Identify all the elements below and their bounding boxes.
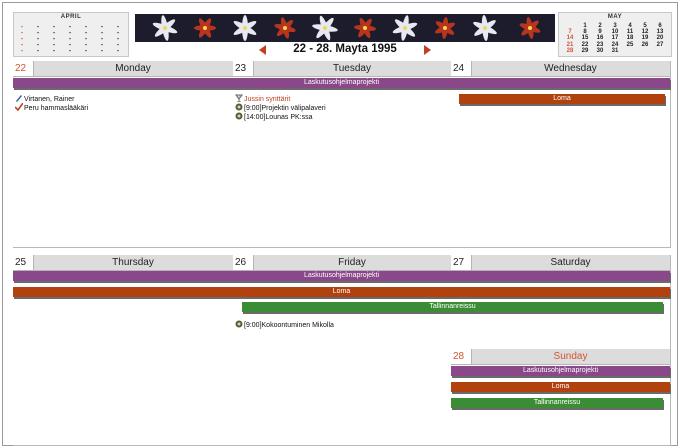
alarm-clock-icon <box>235 320 243 328</box>
day-cell-wednesday[interactable]: 24 Wednesday Loma <box>451 61 671 248</box>
trip-bar[interactable]: Tallinnanreissu <box>242 302 663 312</box>
event-label: [9:00]Kokoontuminen Mikolla <box>244 322 334 329</box>
alarm-clock-icon <box>235 103 243 111</box>
day-header: 26 Friday <box>233 255 451 271</box>
day-name: Wednesday <box>544 63 597 74</box>
mini-calendar-day[interactable]: 31 <box>610 48 620 55</box>
day-header: 27 Saturday <box>451 255 670 271</box>
day-number: 22 <box>13 61 34 76</box>
day-header: 28 Sunday <box>451 349 670 365</box>
mini-calendar-grid: 1 2 3 4 5 6 7 8 9 10 11 12 13 14 15 16 17 18 19 20 21 22 23 24 2… <box>563 23 667 54</box>
mini-calendar-may[interactable]: MAY 1 2 3 4 5 6 7 8 9 10 11 12 13 14 15 16 17 18 19 20 21 22 2… <box>558 12 672 57</box>
mini-calendar-column: ▪▪▪▪▪ <box>115 23 121 53</box>
day-name: Tuesday <box>333 63 371 74</box>
event-item[interactable]: [9:00]Kokoontuminen Mikolla <box>235 320 334 330</box>
event-label: Virtanen, Rainer <box>24 96 75 103</box>
day-number: 24 <box>451 61 472 76</box>
day-name: Monday <box>115 63 151 74</box>
event-label: Jussin synttärit <box>244 96 291 103</box>
mini-calendar-day[interactable]: 30 <box>595 48 605 55</box>
day-number: 26 <box>233 255 254 270</box>
trip-bar[interactable]: Tallinnanreissu <box>451 398 663 408</box>
day-header: 23 Tuesday <box>233 61 451 77</box>
week-navigator: 22 - 28. Mayta 1995 <box>255 43 435 59</box>
party-glass-icon <box>235 94 243 103</box>
day-cell-thursday[interactable]: 25 Thursday <box>13 255 234 446</box>
vacation-bar[interactable]: Loma <box>451 382 670 392</box>
event-item[interactable]: Peru hammaslääkäri <box>14 102 89 113</box>
project-bar[interactable]: Laskutusohjelmaprojekti <box>13 271 670 281</box>
pen-icon <box>15 94 23 102</box>
day-name: Friday <box>338 257 366 268</box>
mini-calendar-title: APRIL <box>60 14 82 20</box>
day-header: 24 Wednesday <box>451 61 670 77</box>
week-title: 22 - 28. Mayta 1995 <box>293 43 397 55</box>
previous-week-button[interactable] <box>259 45 266 55</box>
checkmark-icon <box>14 102 24 112</box>
mini-calendar-day[interactable]: 29 <box>580 48 590 55</box>
alarm-clock-icon <box>235 112 243 120</box>
calendar-window: APRIL ▪▪▪▪▪ ▪▪▪▪▪ ▪▪▪▪▪ ▪▪▪▪▪ ▪▪▪▪▪ ▪▪▪▪… <box>2 2 678 446</box>
mini-calendar-grid: ▪▪▪▪▪ ▪▪▪▪▪ ▪▪▪▪▪ ▪▪▪▪▪ ▪▪▪▪▪ ▪▪▪▪▪ ▪▪▪▪… <box>18 23 124 54</box>
mini-calendar-column: ▪▪▪▪▪ <box>83 23 89 53</box>
day-name: Saturday <box>550 257 591 268</box>
mini-calendar-april[interactable]: APRIL ▪▪▪▪▪ ▪▪▪▪▪ ▪▪▪▪▪ ▪▪▪▪▪ ▪▪▪▪▪ ▪▪▪▪… <box>13 12 129 57</box>
day-number: 27 <box>451 255 472 270</box>
day-number: 23 <box>233 61 254 76</box>
mini-calendar-column: ▪▪▪▪▪ <box>19 23 25 53</box>
next-week-button[interactable] <box>424 45 431 55</box>
mini-calendar-column: ▪▪▪▪▪ <box>67 23 73 53</box>
day-number: 28 <box>451 349 472 364</box>
flower-banner <box>135 14 555 42</box>
day-number: 25 <box>13 255 34 270</box>
flower-banner-image <box>152 15 541 41</box>
day-name: Sunday <box>553 351 588 362</box>
day-name: Thursday <box>112 257 154 268</box>
day-header: 25 Thursday <box>13 255 233 271</box>
project-bar[interactable]: Laskutusohjelmaprojekti <box>451 366 670 376</box>
vacation-bar[interactable]: Loma <box>459 94 665 104</box>
mini-calendar-day[interactable]: 26 <box>640 42 650 49</box>
day-header: 22 Monday <box>13 61 233 77</box>
mini-calendar-day[interactable]: 25 <box>625 42 635 49</box>
day-cell-monday[interactable]: 22 Monday Virtanen, Rainer Peru hammaslä… <box>13 61 234 248</box>
event-label: [9:00]Projektin välipalaveri <box>244 105 326 112</box>
mini-calendar-column: ▪▪▪▪▪ <box>35 23 41 53</box>
mini-calendar-day[interactable]: 27 <box>655 42 665 49</box>
mini-calendar-column: ▪▪▪▪▪ <box>51 23 57 53</box>
day-cell-friday[interactable]: 26 Friday [9:00]Kokoontuminen Mikolla <box>233 255 452 446</box>
mini-calendar-day[interactable]: 28 <box>565 48 575 55</box>
event-item[interactable]: [14:00]Lounas PK:ssa <box>235 112 313 122</box>
mini-calendar-title: MAY <box>607 14 623 20</box>
day-cell-tuesday[interactable]: 23 Tuesday Jussin synttärit [9:00]Projek… <box>233 61 452 248</box>
project-bar[interactable]: Laskutusohjelmaprojekti <box>13 78 670 88</box>
mini-calendar-column: ▪▪▪▪▪ <box>99 23 105 53</box>
vacation-bar[interactable]: Loma <box>13 287 670 297</box>
event-label: [14:00]Lounas PK:ssa <box>244 114 313 121</box>
day-cell-sunday[interactable]: 28 Sunday Laskutusohjelmaprojekti Loma T… <box>451 349 671 446</box>
event-label: Peru hammaslääkäri <box>24 105 89 112</box>
